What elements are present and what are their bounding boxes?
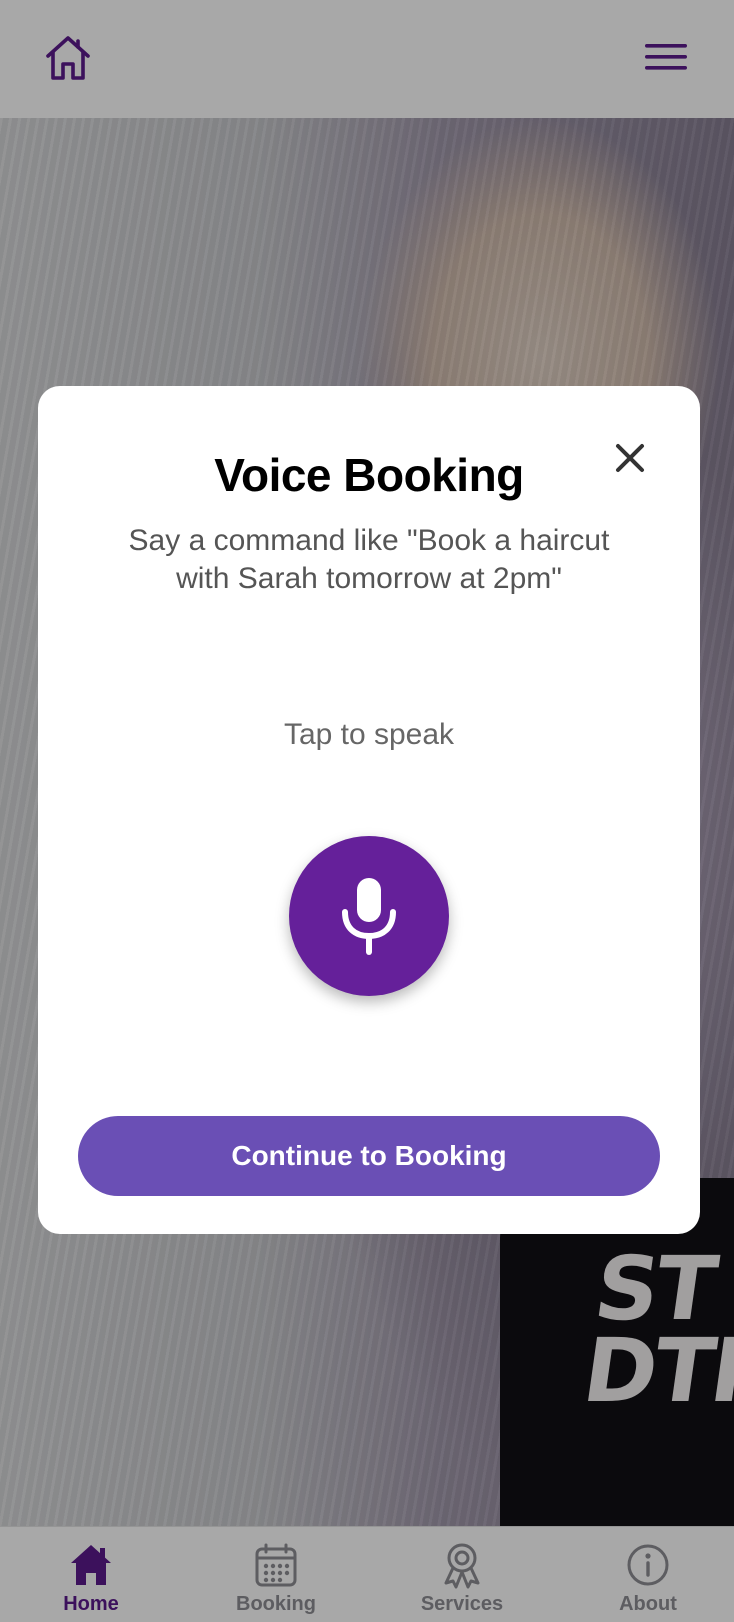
microphone-button[interactable] bbox=[289, 836, 449, 996]
modal-title: Voice Booking bbox=[214, 449, 524, 501]
voice-booking-modal: Voice Booking Say a command like "Book a… bbox=[38, 386, 700, 1234]
modal-subtitle: Say a command like "Book a haircut with … bbox=[128, 524, 610, 595]
tap-to-speak-label: Tap to speak bbox=[283, 718, 455, 751]
microphone-icon bbox=[342, 878, 396, 955]
continue-to-booking-button[interactable]: Continue to Booking bbox=[78, 1116, 660, 1196]
